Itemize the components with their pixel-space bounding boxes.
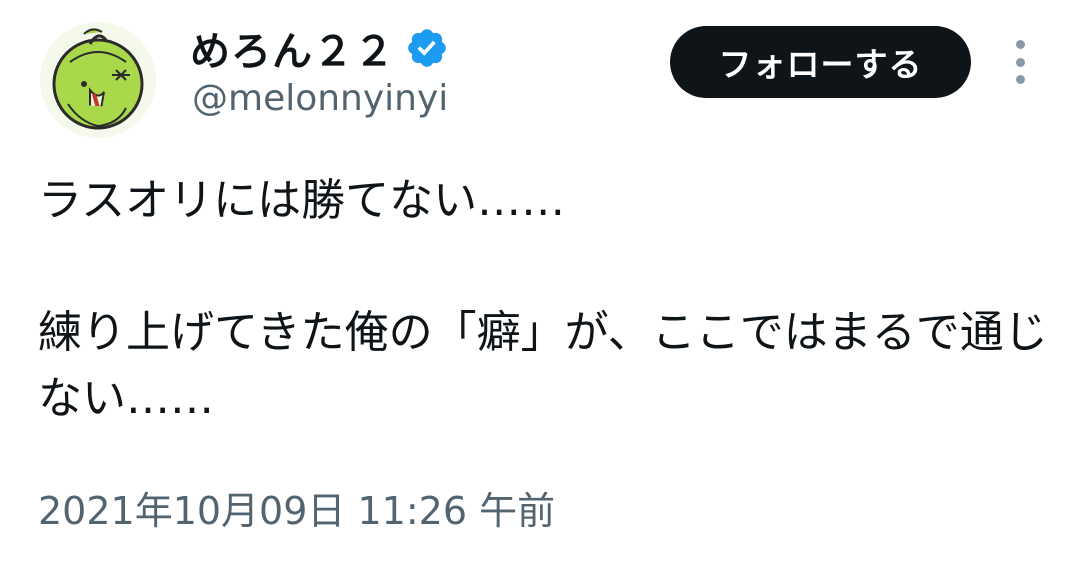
follow-button[interactable]: フォローする [670,26,971,98]
more-dot [1015,40,1025,49]
author-handle[interactable]: @melonnyinyi [192,78,448,119]
tweet-timestamp[interactable]: 2021年10月09日 11:26 午前 [38,480,555,535]
more-vertical-icon[interactable] [1004,40,1036,84]
avatar[interactable] [40,22,156,138]
display-name[interactable]: めろん２２ [190,19,395,77]
melon-character-avatar [52,28,144,130]
tweet-text: ラスオリには勝てない…… 練り上げてきた俺の「癖」が、ここではまるで通じない…… [38,175,1048,424]
author-name-row: めろん２２ [190,20,449,76]
more-dot [1015,57,1025,67]
verified-badge-icon [408,29,446,67]
tweet-card: めろん２２ @melonnyinyi フォローする ラスオリには勝てない…… 練… [0,0,1080,569]
more-dot [1015,75,1025,84]
